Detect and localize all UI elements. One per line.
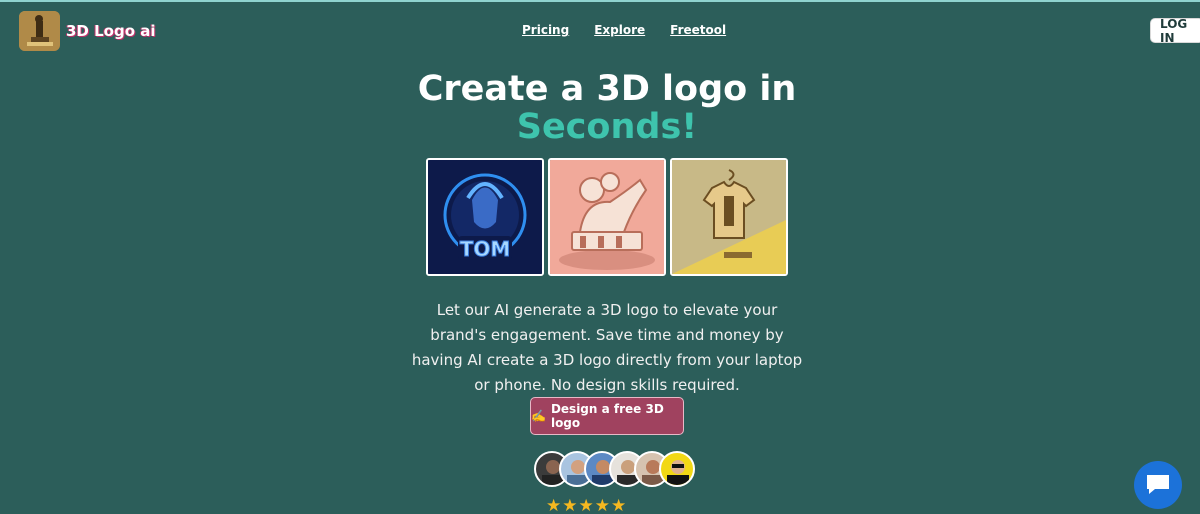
nav-explore[interactable]: Explore: [594, 23, 645, 37]
brand-link[interactable]: 3D Logo ai: [19, 11, 156, 51]
chat-bubble-icon: [1147, 475, 1169, 494]
avatar: [659, 451, 695, 487]
brand-logo-icon: [19, 11, 60, 51]
main-nav: Pricing Explore Freetool: [522, 23, 726, 37]
tshirt-logo-image: [670, 158, 788, 276]
logo-gallery: TOM: [426, 158, 788, 276]
hero-title-accent: Seconds!: [516, 107, 698, 147]
tile-text: TOM: [460, 237, 511, 261]
login-button[interactable]: LOG IN: [1150, 17, 1200, 45]
hero-title: Create a 3D logo in Seconds!: [0, 70, 1200, 146]
lion-logo-image: [548, 158, 666, 276]
cta-label: Design a free 3D logo: [550, 402, 664, 430]
nav-pricing[interactable]: Pricing: [522, 23, 569, 37]
hero-title-line1: Create a 3D logo in: [417, 69, 797, 109]
warrior-logo-image: TOM: [426, 158, 544, 276]
user-avatars: [534, 451, 695, 487]
rating-stars: ★★★★★: [546, 496, 628, 514]
brand-name: 3D Logo ai: [66, 22, 156, 40]
chat-widget-button[interactable]: [1134, 461, 1182, 509]
nav-freetool[interactable]: Freetool: [670, 23, 726, 37]
writing-hand-icon: ✍️: [531, 409, 546, 423]
design-free-logo-button[interactable]: ✍️ Design a free 3D logo: [530, 397, 684, 435]
hero-description: Let our AI generate a 3D logo to elevate…: [411, 301, 803, 394]
